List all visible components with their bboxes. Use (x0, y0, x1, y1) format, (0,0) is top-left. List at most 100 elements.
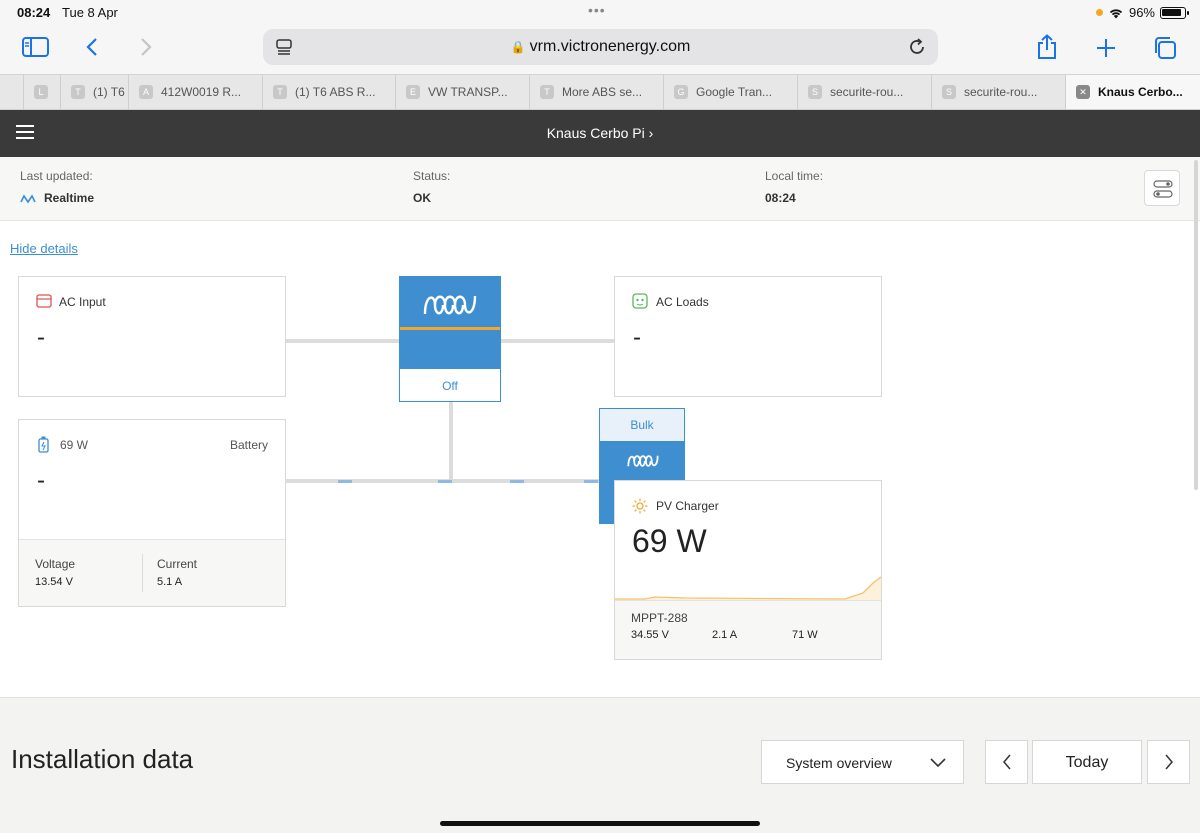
tab-favicon: A (139, 85, 153, 99)
tab-item[interactable]: G Google Tran... (664, 75, 798, 109)
pv-charger-power: 69 W (632, 523, 707, 559)
realtime-wave-icon (20, 194, 36, 204)
last-updated-value: Realtime (44, 191, 95, 205)
victron-logo-icon (423, 295, 477, 315)
app-header: Knaus Cerbo Pi › (0, 110, 1200, 157)
tab-item[interactable]: T (1) T6 ABS R... (263, 75, 396, 109)
status-value: OK (413, 191, 431, 205)
tab-title: More ABS se... (562, 85, 643, 99)
pv-power: 71 W (792, 629, 818, 641)
inverter-head (400, 277, 500, 369)
flow-dot (438, 480, 452, 483)
battery-details: Voltage 13.54 V Current 5.1 A (19, 539, 285, 606)
browser-toolbar: 🔒 vrm.victronenergy.com (0, 24, 1200, 74)
mppt-details: MPPT-288 34.55 V 2.1 A 71 W (615, 600, 881, 659)
tab-favicon: T (71, 85, 85, 99)
installation-data-heading: Installation data (11, 744, 194, 774)
status-label: Status: (413, 169, 451, 183)
wifi-icon (1109, 8, 1123, 18)
page-scrollbar[interactable] (1194, 160, 1198, 490)
date: Tue 8 Apr (62, 5, 118, 20)
ac-loads-plug-icon (632, 293, 648, 309)
battery-charging-icon (38, 436, 49, 453)
status-info-bar: Last updated: Realtime Status: OK Local … (0, 157, 1200, 221)
tab-favicon: G (674, 85, 688, 99)
tab-item[interactable]: A 412W0019 R... (129, 75, 263, 109)
ac-input-label: AC Input (59, 295, 106, 309)
last-updated-label: Last updated: (20, 169, 93, 183)
reload-icon[interactable] (908, 38, 926, 56)
connector-ac-loads (501, 339, 614, 343)
tab-item[interactable]: T More ABS se... (530, 75, 664, 109)
flow-dot (338, 480, 352, 483)
divider (142, 554, 143, 592)
view-select[interactable]: System overview (761, 740, 964, 784)
ac-loads-value: - (633, 324, 641, 351)
tab-favicon: L (34, 85, 48, 99)
current-label: Current (157, 557, 198, 571)
tab-title: (1) T6 ABS R... (295, 85, 376, 99)
inverter-stripe (400, 327, 500, 330)
tab-title: securite-rou... (964, 85, 1038, 99)
share-icon[interactable] (1037, 34, 1057, 60)
address-bar[interactable]: 🔒 vrm.victronenergy.com (263, 29, 938, 65)
sun-icon (632, 498, 648, 514)
chevron-right-icon: › (648, 125, 654, 141)
tab-item[interactable]: T (1) T6 (61, 75, 129, 109)
chevron-down-icon (930, 758, 946, 768)
pv-voltage: 34.55 V (631, 629, 669, 641)
mppt-device-name: MPPT-288 (631, 611, 688, 625)
battery-power: 69 W (60, 438, 89, 452)
victron-logo-icon (627, 455, 659, 467)
tab-item-active[interactable]: ✕ Knaus Cerbo... (1066, 75, 1200, 109)
next-period-button[interactable] (1147, 740, 1190, 784)
hide-details-link[interactable]: Hide details (10, 241, 78, 256)
view-select-value: System overview (786, 755, 892, 771)
tab-title: VW TRANSP... (428, 85, 508, 99)
voltage-label: Voltage (35, 557, 76, 571)
tab-favicon: T (273, 85, 287, 99)
connector-ac-input (286, 339, 399, 343)
voltage-value: 13.54 V (35, 576, 73, 588)
tab-title: Google Tran... (696, 85, 773, 99)
tab-title: 412W0019 R... (161, 85, 242, 99)
ac-input-card[interactable]: AC Input - (18, 276, 286, 397)
current-value: 5.1 A (157, 576, 183, 588)
connector-inverter-dc (449, 402, 453, 482)
installation-title[interactable]: Knaus Cerbo Pi › (0, 125, 1200, 141)
tab-favicon: E (406, 85, 420, 99)
battery-card[interactable]: 69 W Battery - Voltage 13.54 V Current 5… (18, 419, 286, 607)
tab-bar: L T (1) T6 A 412W0019 R... T (1) T6 ABS R..… (0, 74, 1200, 110)
pv-charger-card[interactable]: PV Charger 69 W MPPT-288 34.55 V 2.1 A 7… (614, 480, 882, 660)
tab-item[interactable]: L (24, 75, 61, 109)
inverter-block[interactable]: Off (399, 276, 501, 402)
period-today-button[interactable]: Today (1032, 740, 1142, 784)
battery-value: - (37, 467, 45, 494)
previous-period-button[interactable] (985, 740, 1028, 784)
forward-icon[interactable] (140, 37, 152, 57)
view-toggle-button[interactable] (1144, 170, 1180, 206)
tab-close-icon[interactable]: ✕ (1076, 85, 1090, 99)
mic-indicator-icon (1095, 9, 1103, 16)
tab-item[interactable]: Ssecurite-rou... (798, 75, 932, 109)
pv-current: 2.1 A (712, 629, 738, 641)
sidebar-icon[interactable] (22, 37, 49, 57)
tab-item[interactable]: Ssecurite-rou... (932, 75, 1066, 109)
toggle-switch-icon (1153, 180, 1173, 198)
new-tab-icon[interactable] (1096, 38, 1116, 58)
tab-item[interactable]: E VW TRANSP... (396, 75, 530, 109)
tabs-overview-icon[interactable] (1153, 36, 1177, 60)
mppt-state: Bulk (600, 409, 684, 441)
clock: 08:24 (17, 5, 51, 20)
local-time-value: 08:24 (765, 191, 796, 205)
back-icon[interactable] (86, 37, 98, 57)
home-indicator[interactable] (440, 821, 760, 826)
tab-favicon: S (942, 85, 956, 99)
flow-dot (584, 480, 598, 483)
installation-data-section: Installation data System overview Today (0, 697, 1200, 833)
multitask-dots-icon[interactable]: ••• (588, 2, 606, 18)
tab-favicon: S (808, 85, 822, 99)
tab-title: (1) T6 (93, 85, 125, 99)
ac-loads-card[interactable]: AC Loads - (614, 276, 882, 397)
pv-charger-label: PV Charger (656, 499, 719, 513)
